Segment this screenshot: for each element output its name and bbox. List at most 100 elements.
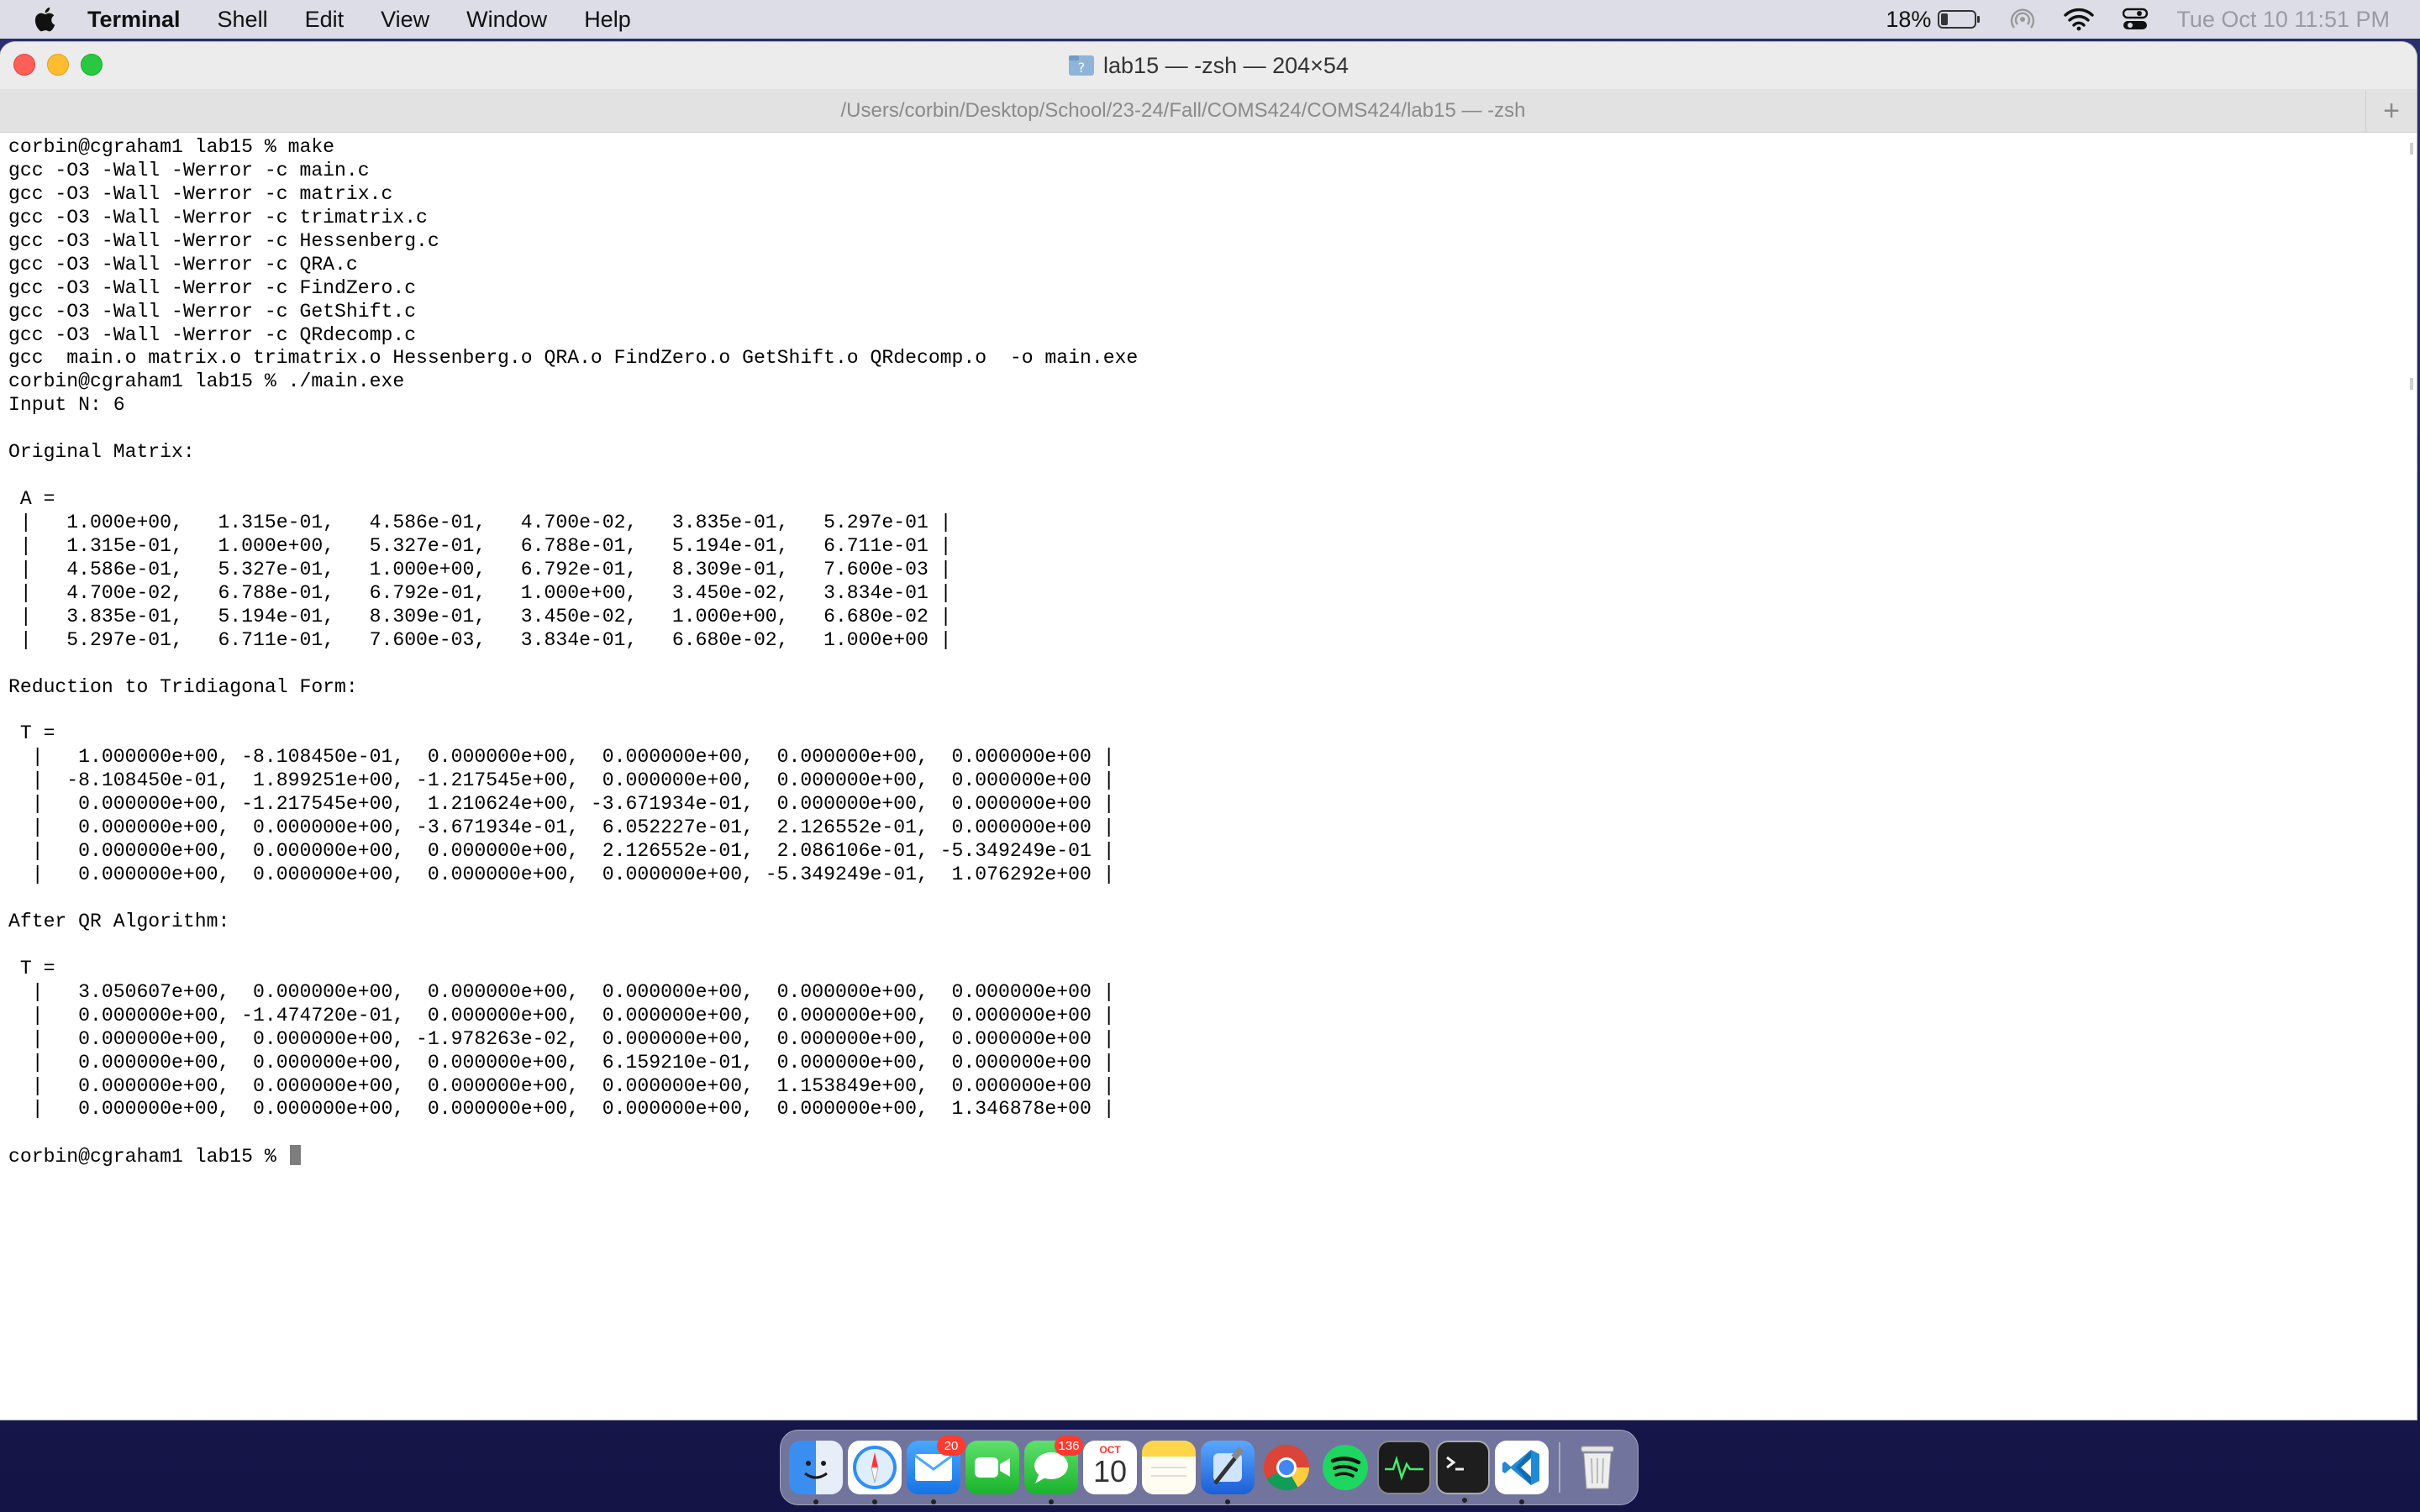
menu-app-name[interactable]: Terminal	[87, 7, 181, 33]
dock-xcode[interactable]	[1201, 1441, 1255, 1504]
battery-icon	[1938, 10, 1981, 29]
terminal-icon	[1446, 1456, 1464, 1471]
terminal-line: | 0.000000e+00, 0.000000e+00, 0.000000e+…	[8, 1098, 1115, 1121]
terminal-line: | 0.000000e+00, 0.000000e+00, -1.978263e…	[8, 1027, 1115, 1050]
terminal-line: T =	[8, 722, 55, 745]
dock-finder[interactable]	[789, 1441, 843, 1504]
running-indicator	[1225, 1499, 1230, 1504]
menu-bar: Terminal Shell Edit View Window Help 18%	[0, 0, 2420, 39]
running-indicator	[1049, 1499, 1054, 1504]
window-title-area: ? lab15 — -zsh — 204×54	[0, 42, 2417, 89]
terminal-line: | 5.297e-01, 6.711e-01, 7.600e-03, 3.834…	[8, 628, 952, 651]
dock-facetime[interactable]	[965, 1441, 1019, 1494]
dock-mail[interactable]: 20	[907, 1436, 965, 1504]
running-indicator	[872, 1499, 877, 1504]
menu-window[interactable]: Window	[466, 7, 547, 33]
terminal-line: | 0.000000e+00, 0.000000e+00, 0.000000e+…	[8, 1074, 1115, 1097]
mail-badge: 20	[937, 1436, 965, 1456]
status-area: 18% Tue Oct 10 11:51 PM	[1886, 0, 2390, 39]
terminal-line: gcc -O3 -Wall -Werror -c main.c	[8, 159, 370, 181]
menu-view[interactable]: View	[381, 7, 429, 33]
dock-spotify[interactable]	[1318, 1441, 1372, 1494]
dock-safari[interactable]	[848, 1441, 902, 1504]
airdrop-icon[interactable]	[2010, 7, 2035, 32]
dock-terminal[interactable]	[1436, 1441, 1490, 1503]
facetime-icon	[975, 1457, 1010, 1478]
dock-vscode[interactable]	[1495, 1441, 1549, 1504]
terminal-line: gcc -O3 -Wall -Werror -c QRdecomp.c	[8, 323, 417, 346]
terminal-line: gcc -O3 -Wall -Werror -c trimatrix.c	[8, 206, 428, 228]
terminal-line: | 0.000000e+00, 0.000000e+00, 0.000000e+…	[8, 1051, 1115, 1074]
text-cursor	[289, 1145, 301, 1166]
terminal-line: gcc -O3 -Wall -Werror -c FindZero.c	[8, 276, 417, 299]
dock-chrome[interactable]	[1260, 1441, 1313, 1494]
dock-calendar[interactable]: OCT 10	[1083, 1441, 1137, 1494]
terminal-line: gcc main.o matrix.o trimatrix.o Hessenbe…	[8, 347, 1139, 370]
terminal-line: | 0.000000e+00, -1.474720e-01, 0.000000e…	[8, 1004, 1115, 1026]
terminal-line: | 3.050607e+00, 0.000000e+00, 0.000000e+…	[8, 980, 1115, 1003]
tab-path[interactable]: /Users/corbin/Desktop/School/23-24/Fall/…	[0, 90, 2366, 132]
calendar-day: 10	[1092, 1454, 1128, 1488]
terminal-line: | 4.700e-02, 6.788e-01, 6.792e-01, 1.000…	[8, 581, 952, 604]
dock-notes[interactable]	[1142, 1441, 1196, 1494]
clock[interactable]: Tue Oct 10 11:51 PM	[2176, 7, 2390, 33]
terminal-line: | 0.000000e+00, -1.217545e+00, 1.210624e…	[8, 793, 1115, 816]
control-center-icon[interactable]	[2123, 8, 2149, 31]
terminal-line: gcc -O3 -Wall -Werror -c Hessenberg.c	[8, 229, 439, 252]
terminal-line: | 3.835e-01, 5.194e-01, 8.309e-01, 3.450…	[8, 605, 952, 627]
terminal-line: | 1.000000e+00, -8.108450e-01, 0.000000e…	[8, 746, 1115, 769]
new-tab-button[interactable]: +	[2365, 90, 2417, 132]
prompt-line: corbin@cgraham1 lab15 %	[8, 1145, 2400, 1168]
running-indicator	[1462, 1498, 1467, 1503]
terminal-line: Original Matrix:	[8, 441, 195, 464]
terminal-line: | -8.108450e-01, 1.899251e+00, -1.217545…	[8, 769, 1115, 792]
chrome-icon	[1264, 1445, 1309, 1491]
terminal-window: ? lab15 — -zsh — 204×54 /Users/corbin/De…	[0, 42, 2417, 1420]
dock-messages[interactable]: 136	[1024, 1436, 1083, 1504]
terminal-line: corbin@cgraham1 lab15 % make	[8, 136, 335, 158]
wifi-icon[interactable]	[2064, 8, 2095, 31]
scroll-marker	[2410, 143, 2413, 155]
xcode-icon	[1213, 1446, 1244, 1485]
prompt: corbin@cgraham1 lab15 %	[8, 1146, 288, 1168]
scroll-marker	[2410, 378, 2413, 390]
menu-help[interactable]: Help	[584, 7, 631, 33]
notes-icon	[1151, 1467, 1186, 1477]
dock-activity-monitor[interactable]	[1377, 1441, 1431, 1494]
apple-menu-icon[interactable]	[32, 5, 60, 34]
activity-monitor-icon	[1385, 1455, 1423, 1482]
menu-shell[interactable]: Shell	[218, 7, 268, 33]
terminal-line: A =	[8, 488, 55, 511]
battery-status[interactable]: 18%	[1886, 7, 1981, 33]
menu-edit[interactable]: Edit	[305, 7, 345, 33]
running-indicator	[931, 1499, 936, 1504]
terminal-line: | 0.000000e+00, 0.000000e+00, 0.000000e+…	[8, 840, 1115, 863]
terminal-output[interactable]: corbin@cgraham1 lab15 % make gcc -O3 -Wal…	[8, 136, 2400, 1420]
trash-icon	[1581, 1446, 1614, 1489]
terminal-line: corbin@cgraham1 lab15 % ./main.exe	[8, 370, 405, 393]
terminal-line: T =	[8, 957, 55, 979]
dock-separator	[1559, 1442, 1560, 1493]
terminal-line: | 0.000000e+00, 0.000000e+00, -3.671934e…	[8, 816, 1115, 839]
running-indicator	[1519, 1499, 1524, 1504]
running-indicator	[813, 1499, 818, 1504]
spotify-icon	[1323, 1445, 1368, 1490]
terminal-line: gcc -O3 -Wall -Werror -c matrix.c	[8, 182, 393, 205]
terminal-line: gcc -O3 -Wall -Werror -c GetShift.c	[8, 300, 417, 323]
window-title: lab15 — -zsh — 204×54	[1103, 52, 1349, 78]
title-bar[interactable]: ? lab15 — -zsh — 204×54	[0, 42, 2417, 90]
svg-text:?: ?	[1078, 60, 1086, 76]
terminal-line: After QR Algorithm:	[8, 910, 230, 932]
terminal-line: | 4.586e-01, 5.327e-01, 1.000e+00, 6.792…	[8, 558, 952, 580]
terminal-line: | 1.000e+00, 1.315e-01, 4.586e-01, 4.700…	[8, 512, 952, 533]
dock-trash[interactable]	[1570, 1441, 1624, 1494]
terminal-line: gcc -O3 -Wall -Werror -c QRA.c	[8, 253, 358, 276]
messages-badge: 136	[1055, 1436, 1083, 1456]
